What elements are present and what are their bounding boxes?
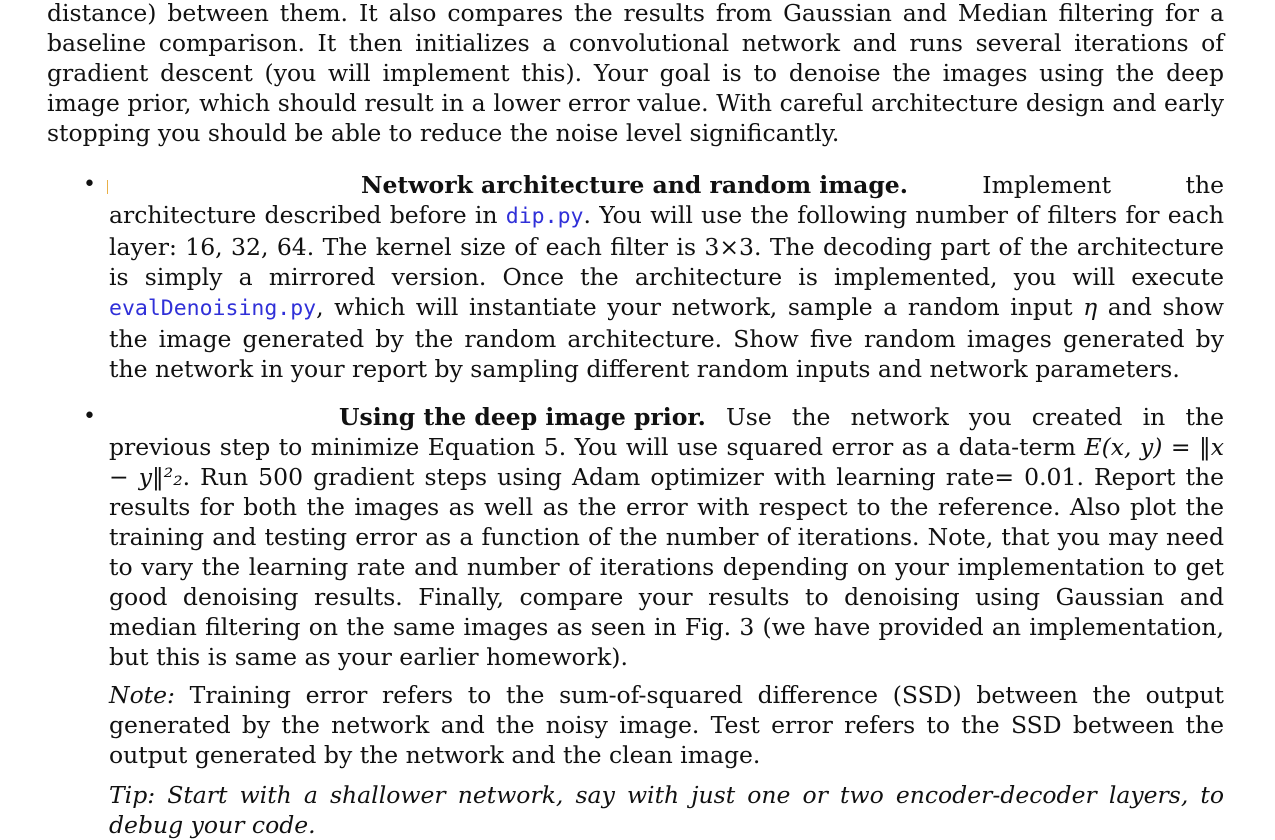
bullet-marker: • bbox=[83, 404, 96, 429]
math-eta: η bbox=[1083, 293, 1098, 321]
note-label: Note: bbox=[109, 681, 175, 709]
list-item-text: Using the deep image prior. Use the netw… bbox=[109, 402, 1224, 672]
code-filename-dip: dip.py bbox=[505, 204, 584, 229]
list-item-deep-image-prior: • Using the deep image prior. Use the ne… bbox=[47, 402, 1224, 672]
document-page: distance) between them. It also compares… bbox=[47, 0, 1224, 840]
code-filename-evaldenoising: evalDenoising.py bbox=[109, 296, 317, 321]
note-text: Training error refers to the sum-of-squa… bbox=[109, 681, 1224, 769]
note-paragraph: Note: Training error refers to the sum-o… bbox=[47, 680, 1224, 770]
item-text-part: . Run 500 gradient steps using Adam opti… bbox=[109, 463, 1224, 671]
intro-paragraph: distance) between them. It also compares… bbox=[47, 0, 1224, 147]
item-heading: Network architecture and random image. bbox=[361, 171, 908, 199]
bullet-marker: • bbox=[83, 172, 96, 197]
margin-tick-mark bbox=[107, 180, 108, 194]
list-item-text: Network architecture and random image. I… bbox=[109, 170, 1224, 384]
tip-paragraph: Tip: Start with a shallower network, say… bbox=[109, 781, 1224, 839]
item-heading: Using the deep image prior. bbox=[339, 403, 706, 431]
item-text-part: , which will instantiate your network, s… bbox=[316, 293, 1084, 321]
list-item-network-architecture: • Network architecture and random image.… bbox=[47, 170, 1224, 384]
